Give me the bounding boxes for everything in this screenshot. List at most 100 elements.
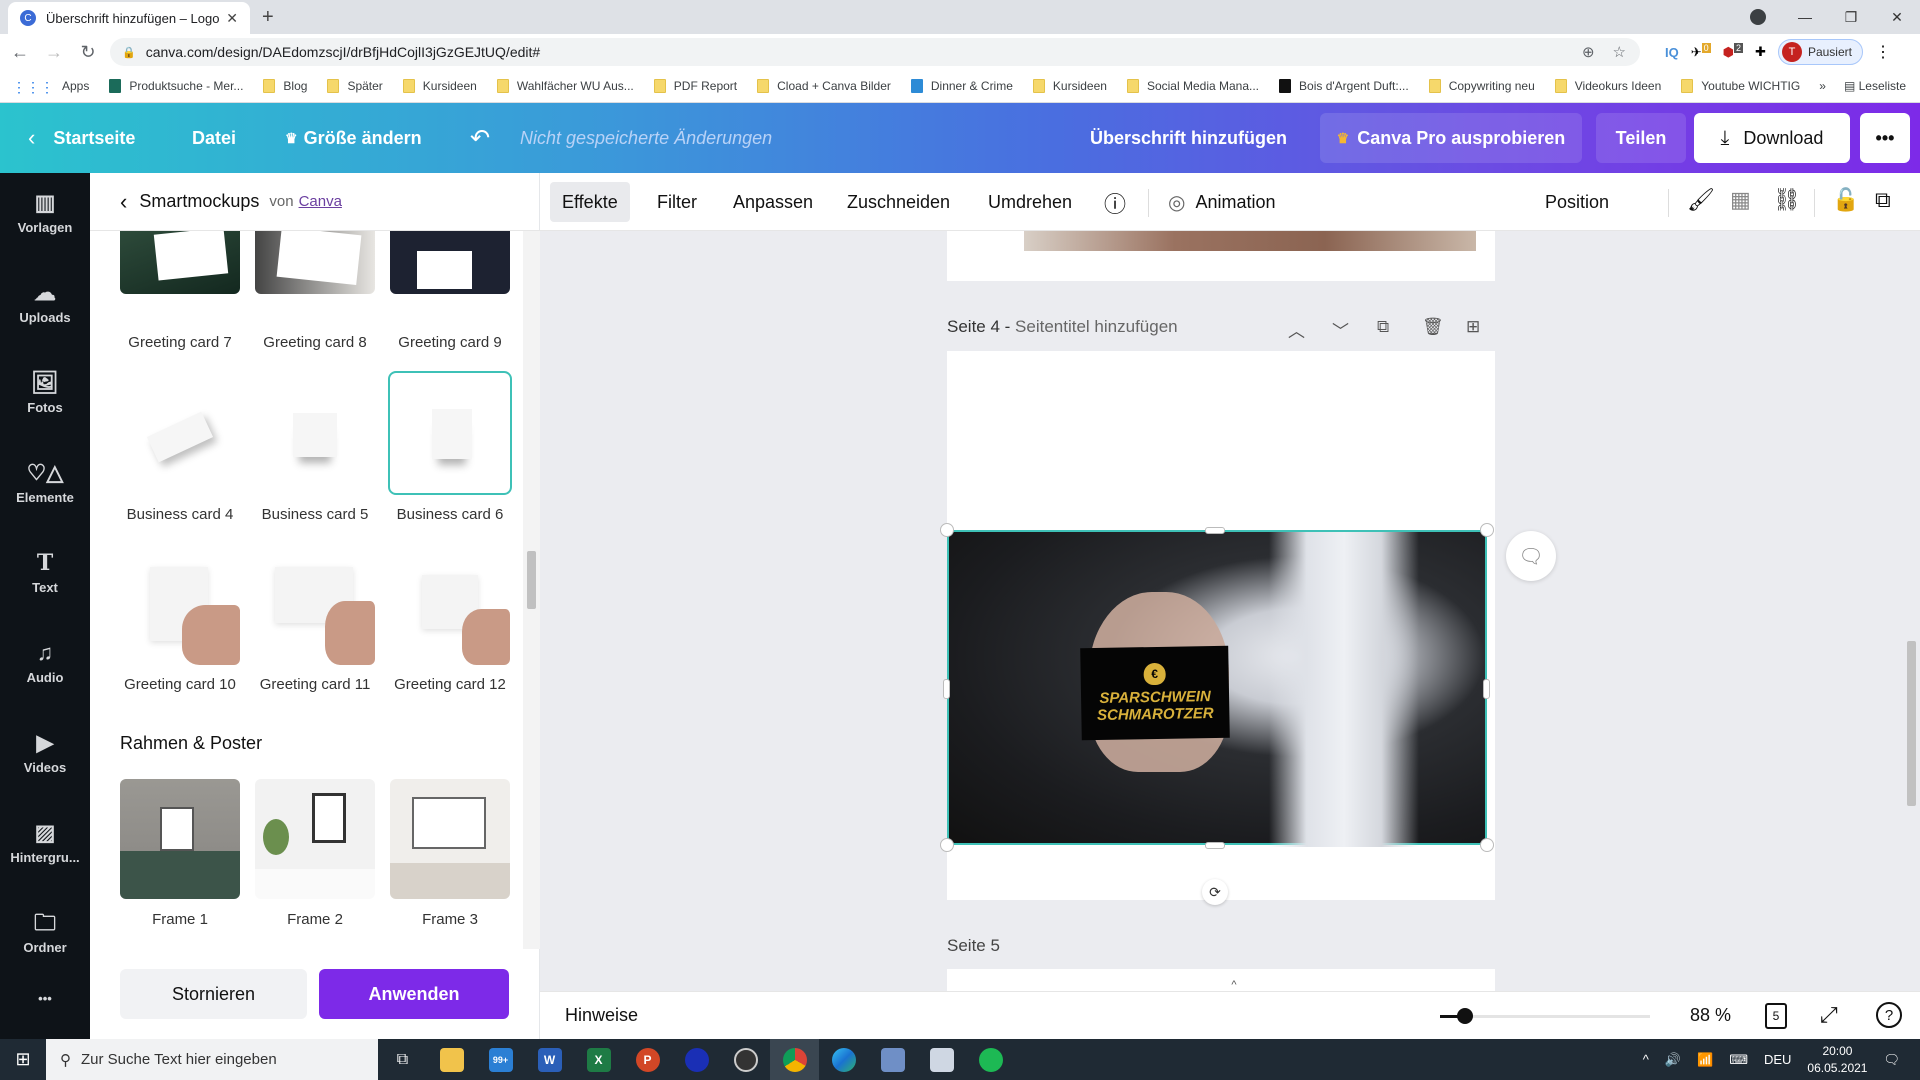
zoom-icon[interactable]: ⊕ (1582, 43, 1595, 61)
extensions-puzzle-icon[interactable]: ✚ (1755, 44, 1766, 60)
zoom-percent[interactable]: 88 % (1690, 1005, 1731, 1026)
edge-icon[interactable] (819, 1039, 868, 1080)
bookmark-folder[interactable]: Cload + Canva Bilder (757, 79, 891, 93)
zoom-slider[interactable] (1440, 1008, 1650, 1024)
taskbar-search[interactable]: ⚲ Zur Suche Text hier eingeben (46, 1039, 378, 1080)
close-tab-icon[interactable]: ✕ (226, 10, 238, 27)
help-button[interactable]: ? (1876, 1002, 1902, 1028)
notes-button[interactable]: Hinweise (565, 1005, 638, 1026)
bookmark-star-icon[interactable]: ☆ (1613, 43, 1626, 61)
word-icon[interactable]: W (525, 1039, 574, 1080)
minimize-button[interactable]: — (1782, 9, 1828, 25)
show-pages-toggle[interactable]: ^ (1197, 977, 1271, 991)
mockup-thumbnail[interactable] (390, 231, 510, 294)
mockup-thumbnail[interactable] (255, 231, 375, 294)
sidebar-item-elements[interactable]: ♡△ Elemente (0, 443, 90, 523)
transparency-icon[interactable]: ▦ (1730, 187, 1751, 213)
bookmark-folder[interactable]: Blog (263, 79, 307, 93)
app-icon[interactable] (917, 1039, 966, 1080)
bookmark-folder[interactable]: Später (327, 79, 383, 93)
bookmark-folder[interactable]: Kursideen (1032, 79, 1107, 93)
mockup-thumbnail[interactable] (120, 545, 240, 665)
add-page-icon[interactable]: ⊞ (1466, 317, 1480, 337)
paint-roller-icon[interactable]: 🖌 (1687, 187, 1715, 213)
tab-flip[interactable]: Umdrehen (976, 182, 1084, 222)
bookmark-folder[interactable]: Copywriting neu (1428, 79, 1535, 93)
file-menu-button[interactable]: Datei (192, 113, 236, 163)
tab-adjust[interactable]: Anpassen (721, 182, 825, 222)
frame-thumbnail[interactable] (255, 779, 375, 899)
resize-handle-br[interactable] (1480, 838, 1494, 852)
canvas-vertical-scrollbar[interactable] (1903, 231, 1920, 976)
add-comment-button[interactable]: 🗨 (1506, 531, 1556, 581)
address-bar[interactable]: 🔒 canva.com/design/DAEdomzscjI/drBfjHdCo… (110, 38, 1640, 66)
move-page-down-icon[interactable]: ﹀ (1332, 317, 1349, 342)
profile-menu-icon[interactable] (1750, 9, 1766, 25)
design-title[interactable]: Überschrift hinzufügen (1090, 113, 1287, 163)
app-icon[interactable] (868, 1039, 917, 1080)
sidebar-item-templates[interactable]: ▥ Vorlagen (0, 173, 90, 253)
sidebar-item-uploads[interactable]: ☁ Uploads (0, 263, 90, 343)
keyboard-icon[interactable]: ⌨ (1729, 1052, 1748, 1068)
excel-icon[interactable]: X (574, 1039, 623, 1080)
resize-handle-tl[interactable] (940, 523, 954, 537)
mockup-thumbnail[interactable] (255, 373, 375, 493)
mockup-thumbnail[interactable] (390, 545, 510, 665)
position-button[interactable]: Position (1533, 182, 1621, 222)
bookmark-item[interactable]: Produktsuche - Mer... (109, 79, 243, 93)
browser-tab[interactable]: C Überschrift hinzufügen – Logo ✕ (8, 2, 250, 34)
bookmark-apps[interactable]: ⋮⋮⋮ Apps (12, 79, 89, 95)
bookmark-folder[interactable]: PDF Report (653, 79, 737, 93)
bookmark-folder[interactable]: Kursideen (402, 79, 477, 93)
bookmark-folder[interactable]: Social Media Mana... (1126, 79, 1259, 93)
file-explorer-icon[interactable] (427, 1039, 476, 1080)
canva-link[interactable]: Canva (299, 193, 342, 210)
resize-handle-left[interactable] (943, 679, 950, 699)
page-grid-button[interactable]: 5 (1765, 1003, 1787, 1029)
design-canvas[interactable]: Seite 4 - Seitentitel hinzufügen ︿ ﹀ ⧉ 🗑… (540, 231, 1920, 991)
bookmark-folder[interactable]: Wahlfächer WU Aus... (496, 79, 634, 93)
apply-button[interactable]: Anwenden (319, 969, 509, 1019)
selected-photo[interactable]: € SPARSCHWEIN SCHMAROTZER (947, 530, 1487, 847)
sidebar-item-audio[interactable]: ♫ Audio (0, 623, 90, 703)
link-icon[interactable]: ⛓ (1773, 187, 1801, 213)
sidebar-item-photos[interactable]: 🖼 Fotos (0, 353, 90, 433)
windows-start-icon[interactable]: ⊞ (0, 1039, 46, 1080)
delete-page-icon[interactable]: 🗑 (1422, 317, 1444, 337)
move-page-up-icon[interactable]: ︿ (1288, 317, 1305, 342)
clock[interactable]: 20:00 06.05.2021 (1807, 1043, 1867, 1077)
adblock-extension-icon[interactable]: ⬢ 2 (1723, 43, 1744, 60)
canvas-scrollbar-thumb[interactable] (1907, 641, 1916, 806)
new-tab-button[interactable]: + (262, 6, 274, 29)
home-button[interactable]: ‹ Startseite (28, 113, 135, 163)
volume-icon[interactable]: 🔊 (1665, 1052, 1681, 1068)
mockup-thumbnail[interactable] (255, 545, 375, 665)
sidebar-item-background[interactable]: ▨ Hintergru... (0, 803, 90, 883)
back-icon[interactable]: ← (6, 42, 34, 63)
bookmark-item[interactable]: Bois d'Argent Duft:... (1279, 79, 1409, 93)
audacity-icon[interactable] (672, 1039, 721, 1080)
frame-thumbnail[interactable] (390, 779, 510, 899)
restore-button[interactable]: ❐ (1828, 9, 1874, 26)
resize-handle-bl[interactable] (940, 838, 954, 852)
chrome-menu-icon[interactable]: ⋮ (1875, 42, 1891, 62)
more-bookmarks-button[interactable]: » (1819, 79, 1826, 93)
back-chevron-icon[interactable]: ‹ (120, 189, 127, 215)
resize-handle-right[interactable] (1483, 679, 1490, 699)
cancel-button[interactable]: Stornieren (120, 969, 307, 1019)
chrome-icon[interactable] (770, 1039, 819, 1080)
fullscreen-icon[interactable]: ⤢ (1820, 1002, 1838, 1028)
bookmark-folder[interactable]: Videokurs Ideen (1554, 79, 1661, 93)
duplicate-page-icon[interactable]: ⧉ (1377, 317, 1389, 337)
share-button[interactable]: Teilen (1596, 113, 1686, 163)
tray-expand-icon[interactable]: ^ (1643, 1052, 1649, 1067)
unlock-icon[interactable]: 🔓 (1832, 187, 1859, 213)
resize-handle-bottom[interactable] (1205, 842, 1225, 849)
language-indicator[interactable]: DEU (1764, 1052, 1791, 1067)
powerpoint-icon[interactable]: P (623, 1039, 672, 1080)
sidebar-more-button[interactable]: ••• (0, 973, 90, 1023)
profile-button[interactable]: T Pausiert (1777, 39, 1863, 65)
mail-icon[interactable]: 99+ (476, 1039, 525, 1080)
info-icon[interactable]: ⓘ (1104, 187, 1126, 219)
extension-bird-icon[interactable]: ✈ 0 (1691, 43, 1711, 60)
